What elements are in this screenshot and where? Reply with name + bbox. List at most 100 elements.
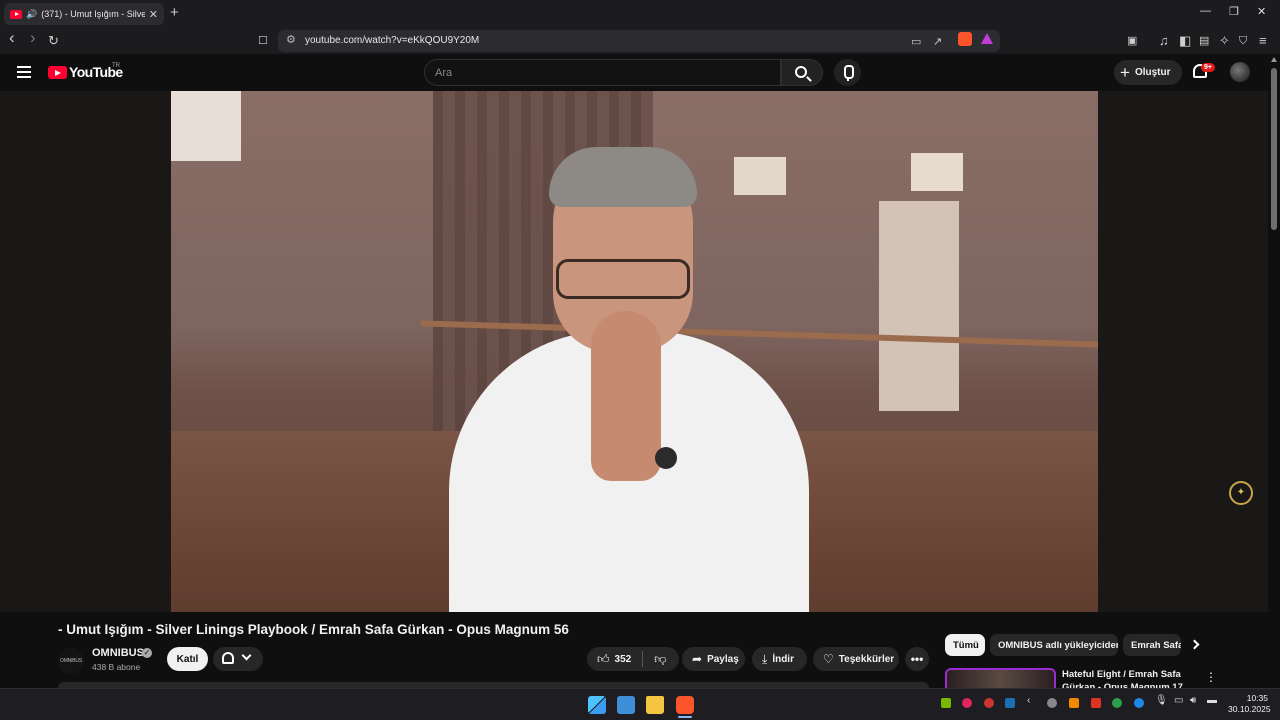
browser-tab[interactable]: 🔊 (371) - Umut Işığım - Silver Linings ✕ bbox=[4, 3, 164, 25]
like-dislike-button-group: 👍︎ 352 👎︎ bbox=[587, 647, 679, 671]
subscriber-count: 438 B abone bbox=[92, 662, 141, 672]
chip-from-uploader[interactable]: OMNIBUS adlı yükleyiciden bbox=[990, 634, 1118, 656]
search-input[interactable]: Ara bbox=[424, 59, 781, 86]
thanks-button[interactable]: ♡ Teşekkürler bbox=[813, 647, 899, 671]
tray-app-icon[interactable] bbox=[984, 698, 994, 708]
windows-taskbar bbox=[0, 688, 1280, 720]
create-button[interactable]: + Oluştur bbox=[1114, 60, 1182, 85]
windows-start-icon[interactable] bbox=[588, 696, 606, 714]
system-clock[interactable]: 10:35 30.10.2025 bbox=[1228, 693, 1271, 715]
verified-badge-icon: ✓ bbox=[142, 648, 152, 658]
tray-chevron-icon[interactable]: ‹ bbox=[1027, 695, 1030, 706]
download-label: İndir bbox=[772, 653, 794, 665]
wallet-icon[interactable]: ▤ bbox=[1199, 32, 1209, 50]
thumbs-up-icon[interactable]: 👍︎ bbox=[597, 652, 610, 667]
active-app-indicator bbox=[678, 716, 692, 718]
menu-icon[interactable]: ≡ bbox=[1259, 32, 1267, 50]
reload-button[interactable]: ↻ bbox=[48, 32, 59, 50]
battery-icon[interactable]: ▬ bbox=[1207, 695, 1217, 706]
file-explorer-icon[interactable] bbox=[646, 696, 664, 714]
volume-icon[interactable]: 🔊︎ bbox=[1190, 695, 1196, 706]
scrollbar-thumb[interactable] bbox=[1271, 68, 1277, 230]
brave-rewards-icon[interactable] bbox=[981, 33, 993, 44]
video-frame-window bbox=[911, 153, 963, 191]
chip-all[interactable]: Tümü bbox=[945, 634, 985, 656]
bookmark-button[interactable]: ☐ bbox=[258, 32, 268, 50]
share-icon[interactable]: ↗ bbox=[933, 33, 942, 51]
minimize-window-button[interactable]: — bbox=[1200, 5, 1211, 17]
cast-icon[interactable]: ▭ bbox=[911, 33, 921, 51]
sidebar-icon[interactable]: ◧ bbox=[1179, 32, 1191, 50]
thanks-heart-icon: ♡ bbox=[823, 652, 834, 666]
network-icon[interactable]: ▭ bbox=[1174, 695, 1183, 706]
music-icon[interactable]: ♫ bbox=[1159, 32, 1169, 50]
new-tab-button[interactable]: + bbox=[170, 4, 179, 21]
youtube-logo-icon[interactable] bbox=[48, 66, 67, 79]
voice-search-button[interactable] bbox=[834, 59, 861, 86]
more-actions-button[interactable]: ••• bbox=[905, 647, 929, 671]
video-frame-watch bbox=[655, 447, 677, 469]
restore-window-button[interactable]: ❐ bbox=[1229, 5, 1239, 18]
share-label: Paylaş bbox=[707, 653, 739, 665]
recommended-video-thumbnail[interactable] bbox=[945, 668, 1056, 690]
vpn-icon[interactable]: ⛉ bbox=[1239, 32, 1247, 50]
tray-app-icon[interactable] bbox=[1112, 698, 1122, 708]
search-placeholder: Ara bbox=[435, 67, 453, 79]
steam-tray-icon[interactable] bbox=[1005, 698, 1015, 708]
tab-close-icon[interactable]: ✕ bbox=[149, 8, 158, 21]
tray-app-icon[interactable] bbox=[1134, 698, 1144, 708]
search-icon bbox=[795, 66, 807, 78]
subscription-notifications-button[interactable] bbox=[213, 647, 263, 671]
brave-shields-icon[interactable] bbox=[958, 32, 972, 46]
audio-playing-icon[interactable]: 🔊 bbox=[26, 9, 37, 20]
bell-icon bbox=[222, 652, 234, 664]
nvidia-tray-icon[interactable] bbox=[941, 698, 951, 708]
tray-app-icon[interactable] bbox=[1047, 698, 1057, 708]
video-player[interactable] bbox=[171, 91, 1098, 612]
back-button[interactable]: ‹ bbox=[9, 29, 15, 47]
account-avatar[interactable] bbox=[1230, 62, 1250, 82]
microphone-tray-icon[interactable]: 🎙︎ bbox=[1155, 695, 1168, 706]
search-button[interactable] bbox=[781, 59, 823, 86]
recording-tray-icon[interactable] bbox=[962, 698, 972, 708]
join-button[interactable]: Katıl bbox=[167, 647, 208, 671]
plus-icon: + bbox=[1120, 63, 1130, 82]
like-count[interactable]: 352 bbox=[615, 654, 632, 665]
leo-ai-icon[interactable]: ✧ bbox=[1219, 32, 1230, 50]
thumbs-down-icon[interactable]: 👎︎ bbox=[654, 652, 666, 667]
chevron-down-icon bbox=[241, 650, 252, 661]
video-frame-door bbox=[879, 201, 959, 411]
close-window-button[interactable]: ✕ bbox=[1257, 5, 1266, 18]
tab-title: (371) - Umut Işığım - Silver Linings bbox=[41, 9, 145, 19]
video-frame-speaker-hair bbox=[549, 147, 697, 207]
tray-app-icon[interactable] bbox=[1069, 698, 1079, 708]
brave-browser-icon[interactable] bbox=[676, 696, 694, 714]
chip-related-person[interactable]: Emrah Safa Gürkan bbox=[1123, 634, 1181, 656]
screenshot-icon[interactable]: ▣ bbox=[1127, 32, 1137, 50]
download-button[interactable]: ⤓ İndir bbox=[752, 647, 807, 671]
youtube-favicon-icon bbox=[10, 9, 22, 19]
thanks-label: Teşekkürler bbox=[838, 653, 895, 665]
taskbar-app-icon[interactable] bbox=[617, 696, 635, 714]
channel-name[interactable]: OMNIBUS bbox=[92, 647, 144, 659]
video-frame-speaker-hands bbox=[591, 311, 661, 481]
chevron-right-icon[interactable] bbox=[1189, 639, 1200, 650]
video-title: - Umut Işığım - Silver Linings Playbook … bbox=[58, 622, 569, 637]
recommended-video-title[interactable]: Hateful Eight / Emrah Safa Gürkan - Opus… bbox=[1062, 668, 1192, 688]
site-info-icon[interactable]: ⚙ bbox=[286, 33, 296, 46]
page-scrollbar[interactable] bbox=[1268, 54, 1280, 688]
channel-avatar[interactable]: OMNIBUS bbox=[58, 648, 84, 674]
clock-date: 30.10.2025 bbox=[1228, 704, 1271, 714]
guide-menu-icon[interactable] bbox=[17, 66, 31, 78]
share-button[interactable]: ➦ Paylaş bbox=[682, 647, 745, 671]
browser-toolbar: ‹ › ↻ ☐ ⚙ youtube.com/watch?v=eKkQOU9Y20… bbox=[0, 28, 1280, 54]
scroll-up-arrow-icon[interactable] bbox=[1271, 57, 1277, 62]
forward-button[interactable]: › bbox=[30, 29, 36, 47]
address-bar[interactable]: ⚙ youtube.com/watch?v=eKkQOU9Y20M ▭ ↗ bbox=[278, 30, 1000, 52]
notifications-badge: 9+ bbox=[1201, 63, 1215, 72]
country-code: TR bbox=[112, 63, 120, 69]
player-overlay-sparkle-icon[interactable]: ✦ bbox=[1229, 481, 1253, 505]
youtube-masthead: YouTube TR Ara + Oluştur bbox=[0, 54, 1268, 91]
recommended-video-menu-icon[interactable]: ⋮ bbox=[1205, 670, 1217, 684]
tray-app-icon[interactable] bbox=[1091, 698, 1101, 708]
